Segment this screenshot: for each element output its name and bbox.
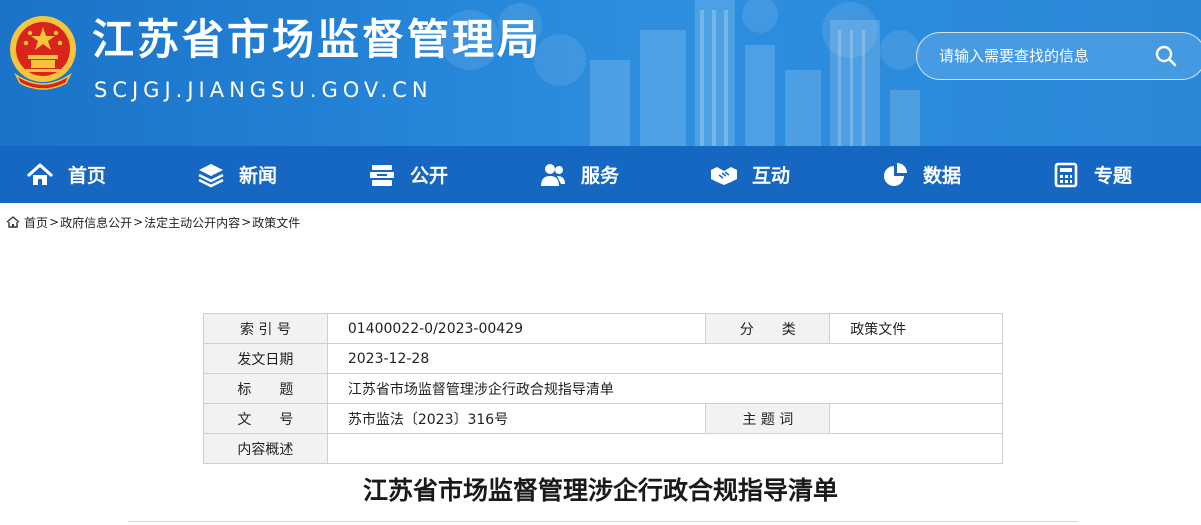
pie-chart-icon bbox=[884, 162, 907, 186]
summary-label: 内容概述 bbox=[203, 433, 328, 464]
table-row: 内容概述 bbox=[203, 433, 1004, 464]
table-row: 文 号 苏市监法〔2023〕316号 主 题 词 bbox=[203, 403, 1003, 434]
breadcrumb-policy-docs[interactable]: 政策文件 bbox=[252, 214, 300, 231]
main-nav: 首页 新闻 公开 服务 互动 数据 专题 bbox=[0, 146, 1201, 203]
docno-label: 文 号 bbox=[203, 403, 328, 434]
home-icon bbox=[27, 162, 53, 185]
breadcrumb-separator: > bbox=[49, 215, 60, 229]
nav-item-data[interactable]: 数据 bbox=[855, 146, 1026, 203]
site-header: 江苏省市场监督管理局 SCJGJ.JIANGSU.GOV.CN bbox=[0, 0, 1201, 146]
calculator-icon bbox=[1054, 162, 1078, 187]
nav-label: 数据 bbox=[923, 165, 962, 187]
nav-item-public[interactable]: 公开 bbox=[342, 146, 513, 203]
nav-item-service[interactable]: 服务 bbox=[513, 146, 684, 203]
stack-icon bbox=[370, 164, 394, 186]
summary-value bbox=[326, 433, 1004, 464]
index-label: 索 引 号 bbox=[203, 313, 328, 344]
table-row: 索 引 号 01400022-0/2023-00429 分 类 政策文件 bbox=[203, 313, 1003, 344]
document-meta-table: 索 引 号 01400022-0/2023-00429 分 类 政策文件 发文日… bbox=[203, 313, 1004, 464]
layers-icon bbox=[198, 163, 224, 187]
title-label: 标 题 bbox=[203, 373, 328, 404]
category-value: 政策文件 bbox=[829, 313, 1003, 344]
date-value: 2023-12-28 bbox=[326, 343, 1004, 374]
keywords-label: 主 题 词 bbox=[705, 403, 831, 434]
category-label: 分 类 bbox=[705, 313, 831, 344]
site-domain: SCJGJ.JIANGSU.GOV.CN bbox=[94, 78, 433, 102]
breadcrumb-statutory[interactable]: 法定主动公开内容 bbox=[144, 214, 240, 231]
date-label: 发文日期 bbox=[203, 343, 328, 374]
national-emblem-icon bbox=[10, 16, 76, 90]
breadcrumb-home[interactable]: 首页 bbox=[24, 214, 48, 231]
table-row: 发文日期 2023-12-28 bbox=[203, 343, 1004, 374]
search-box bbox=[916, 32, 1201, 80]
article-title: 江苏省市场监督管理涉企行政合规指导清单 bbox=[362, 476, 838, 505]
search-input[interactable] bbox=[939, 33, 1139, 79]
nav-label: 专题 bbox=[1094, 165, 1133, 187]
nav-label: 新闻 bbox=[239, 165, 278, 187]
nav-item-home[interactable]: 首页 bbox=[0, 146, 171, 203]
nav-item-topics[interactable]: 专题 bbox=[1026, 146, 1197, 203]
title-value: 江苏省市场监督管理涉企行政合规指导清单 bbox=[326, 373, 1004, 404]
site-title: 江苏省市场监督管理局 bbox=[92, 15, 543, 64]
table-row: 标 题 江苏省市场监督管理涉企行政合规指导清单 bbox=[203, 373, 1004, 404]
nav-label: 互动 bbox=[752, 165, 791, 187]
breadcrumb: 首页 > 政府信息公开 > 法定主动公开内容 > 政策文件 bbox=[6, 213, 300, 231]
index-value: 01400022-0/2023-00429 bbox=[326, 313, 707, 344]
nav-item-news[interactable]: 新闻 bbox=[171, 146, 342, 203]
breadcrumb-separator: > bbox=[241, 215, 252, 229]
nav-label: 服务 bbox=[581, 165, 620, 187]
nav-item-interaction[interactable]: 互动 bbox=[684, 146, 855, 203]
breadcrumb-home-icon bbox=[6, 216, 20, 228]
title-divider bbox=[128, 521, 1078, 522]
docno-value: 苏市监法〔2023〕316号 bbox=[326, 403, 707, 434]
nav-label: 公开 bbox=[410, 165, 449, 187]
breadcrumb-gov-info[interactable]: 政府信息公开 bbox=[60, 214, 132, 231]
handshake-icon bbox=[711, 166, 737, 185]
nav-label: 首页 bbox=[68, 165, 107, 187]
breadcrumb-separator: > bbox=[133, 215, 144, 229]
users-icon bbox=[541, 163, 565, 186]
search-icon[interactable] bbox=[1153, 43, 1179, 69]
keywords-value bbox=[829, 403, 1003, 434]
